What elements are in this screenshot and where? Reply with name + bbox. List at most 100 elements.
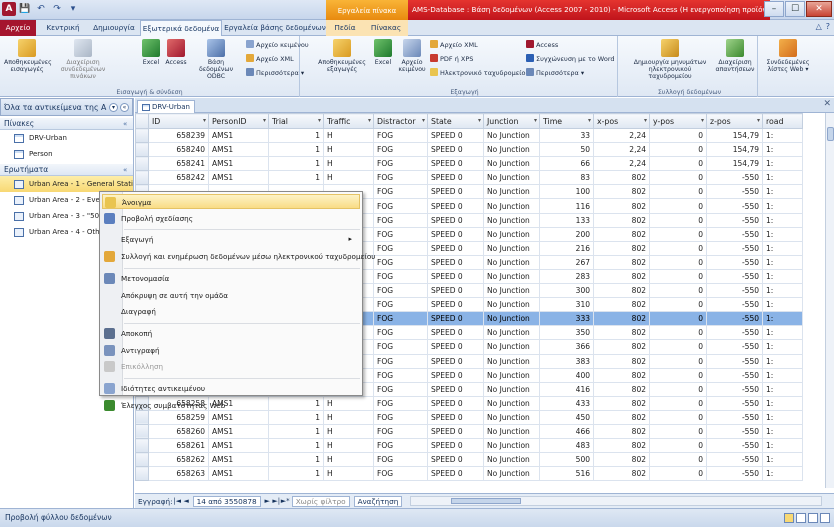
table-row[interactable]: 658261 AMS1 1 H FOG SPEED 0 No Junction 483 802 0… — [135, 438, 803, 454]
table-cell[interactable]: AMS1 — [208, 423, 269, 440]
table-cell[interactable]: No Junction — [483, 395, 540, 411]
table-cell[interactable]: 658241 — [148, 156, 209, 172]
table-cell[interactable]: No Junction — [483, 466, 540, 482]
table-cell[interactable]: 483 — [539, 438, 594, 454]
table-cell[interactable]: SPEED 0 — [427, 240, 484, 256]
column-filter-icon[interactable]: ▾ — [263, 117, 266, 124]
table-cell[interactable]: 1: — [762, 142, 803, 158]
table-cell[interactable]: 0 — [649, 156, 707, 172]
import-xml-button[interactable]: Αρχείο XML — [246, 54, 294, 64]
table-cell[interactable]: No Junction — [483, 381, 540, 397]
table-row[interactable]: 658242 AMS1 1 H FOG SPEED 0 No Junction 83 802 0-… — [135, 170, 803, 186]
table-cell[interactable]: FOG — [373, 409, 428, 425]
prev-record-icon[interactable]: ◄ — [182, 497, 191, 505]
column-filter-icon[interactable]: ▾ — [534, 117, 537, 124]
table-cell[interactable]: FOG — [373, 156, 428, 172]
table-cell[interactable]: 0 — [649, 381, 707, 397]
table-cell[interactable]: 0 — [649, 127, 707, 144]
table-cell[interactable]: 1 — [268, 438, 324, 454]
table-cell[interactable]: 802 — [593, 466, 650, 482]
table-cell[interactable]: -550 — [706, 198, 763, 214]
import-access-button[interactable]: Access — [164, 39, 188, 66]
table-cell[interactable]: No Junction — [483, 438, 540, 454]
table-cell[interactable]: 658262 — [148, 452, 209, 468]
tab-drv-urban[interactable]: DRV-Urban — [137, 100, 195, 113]
table-cell[interactable]: SPEED 0 — [427, 127, 484, 144]
table-cell[interactable]: 1 — [268, 127, 324, 144]
table-cell[interactable]: 1: — [762, 170, 803, 186]
table-cell[interactable]: SPEED 0 — [427, 311, 484, 327]
linked-table-manager-button[interactable]: Διαχείριση συνδεδεμένων πινάκων — [52, 39, 114, 80]
table-cell[interactable]: 802 — [593, 381, 650, 397]
table-cell[interactable]: AMS1 — [208, 438, 269, 454]
import-odbc-button[interactable]: Βάση δεδομένων ODBC — [190, 39, 242, 80]
record-selector[interactable] — [135, 452, 149, 468]
table-cell[interactable]: 283 — [539, 268, 594, 285]
saved-imports-button[interactable]: Αποθηκευμένες εισαγωγές — [4, 39, 52, 73]
table-cell[interactable]: 0 — [649, 423, 707, 440]
table-cell[interactable]: No Junction — [483, 452, 540, 468]
table-cell[interactable]: 1: — [762, 339, 803, 355]
table-cell[interactable]: No Junction — [483, 226, 540, 242]
table-cell[interactable]: 0 — [649, 466, 707, 482]
table-cell[interactable]: 802 — [593, 395, 650, 411]
table-cell[interactable]: FOG — [373, 212, 428, 228]
column-header[interactable]: ID ▾ — [148, 113, 209, 129]
table-cell[interactable]: No Junction — [483, 127, 540, 144]
column-header[interactable]: Time ▾ — [539, 113, 594, 129]
table-cell[interactable]: 1 — [268, 452, 324, 468]
table-cell[interactable]: SPEED 0 — [427, 409, 484, 425]
table-cell[interactable]: 500 — [539, 452, 594, 468]
table-cell[interactable]: 802 — [593, 367, 650, 383]
menu-item[interactable]: Άνοιγμα — [102, 194, 360, 209]
table-cell[interactable]: FOG — [373, 226, 428, 242]
table-cell[interactable]: 1: — [762, 283, 803, 299]
table-cell[interactable]: -550 — [706, 254, 763, 270]
table-cell[interactable]: No Junction — [483, 409, 540, 425]
table-cell[interactable]: 33 — [539, 127, 594, 144]
table-cell[interactable]: 802 — [593, 198, 650, 214]
table-cell[interactable]: 0 — [649, 170, 707, 186]
import-more-button[interactable]: Περισσότερα ▾ — [246, 68, 304, 78]
table-cell[interactable]: 267 — [539, 254, 594, 270]
table-cell[interactable]: -550 — [706, 409, 763, 425]
new-record-icon[interactable]: ►* — [281, 497, 290, 505]
first-record-icon[interactable]: |◄ — [173, 497, 182, 505]
table-cell[interactable]: 1: — [762, 198, 803, 214]
table-cell[interactable]: 1 — [268, 423, 324, 440]
customize-qat-icon[interactable]: ▾ — [66, 2, 80, 16]
table-cell[interactable]: No Junction — [483, 367, 540, 383]
table-cell[interactable]: 1: — [762, 311, 803, 327]
table-cell[interactable]: -550 — [706, 339, 763, 355]
import-text-file-button[interactable]: Αρχείο κειμένου — [246, 40, 309, 50]
table-cell[interactable]: H — [323, 452, 374, 468]
column-filter-icon[interactable]: ▾ — [701, 117, 704, 124]
table-cell[interactable]: 0 — [649, 395, 707, 411]
table-cell[interactable]: 802 — [593, 438, 650, 454]
table-cell[interactable]: FOG — [373, 127, 428, 144]
table-cell[interactable]: FOG — [373, 423, 428, 440]
create-email-button[interactable]: Δημιουργία μηνυμάτων ηλεκτρονικού ταχυδρ… — [628, 39, 712, 80]
table-cell[interactable]: FOG — [373, 325, 428, 341]
export-access-button[interactable]: Access — [526, 40, 558, 50]
column-header[interactable]: Trial ▾ — [268, 113, 324, 129]
table-cell[interactable]: 2,24 — [593, 156, 650, 172]
table-cell[interactable]: No Junction — [483, 268, 540, 285]
table-cell[interactable]: -550 — [706, 367, 763, 383]
nav-section-queries[interactable]: Ερωτήματα « — [0, 164, 133, 176]
table-cell[interactable]: 2,24 — [593, 142, 650, 158]
table-row[interactable]: 658260 AMS1 1 H FOG SPEED 0 No Junction 466 802 0… — [135, 423, 803, 440]
table-cell[interactable]: FOG — [373, 283, 428, 299]
hscroll-thumb[interactable] — [451, 498, 522, 504]
table-cell[interactable]: 802 — [593, 184, 650, 200]
redo-icon[interactable]: ↷ — [50, 2, 64, 16]
table-cell[interactable]: 658263 — [148, 466, 209, 482]
record-selector[interactable] — [135, 142, 149, 158]
column-header[interactable]: x-pos ▾ — [593, 113, 650, 129]
table-cell[interactable]: 216 — [539, 240, 594, 256]
table-cell[interactable]: 802 — [593, 240, 650, 256]
table-cell[interactable]: 1: — [762, 127, 803, 144]
table-cell[interactable]: 0 — [649, 367, 707, 383]
table-cell[interactable]: 400 — [539, 367, 594, 383]
record-selector[interactable] — [135, 423, 149, 440]
